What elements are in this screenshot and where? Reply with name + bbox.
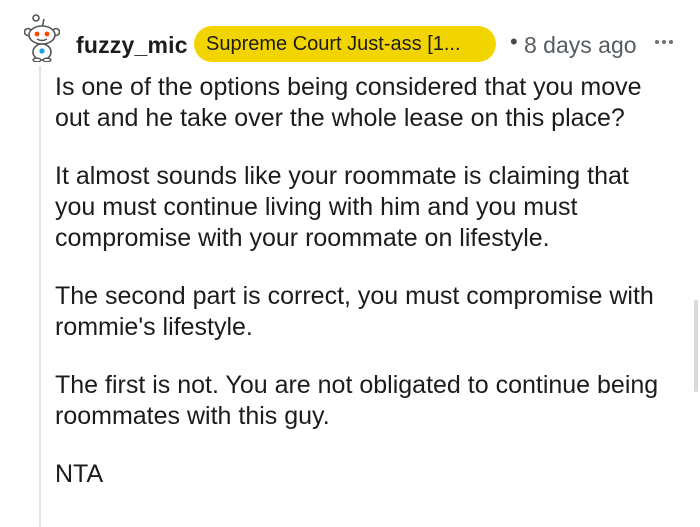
comment-paragraph: The first is not. You are not obligated …: [55, 371, 659, 430]
thread-line[interactable]: [39, 66, 41, 527]
more-options-icon[interactable]: [654, 36, 674, 48]
snoo-avatar-icon[interactable]: [24, 14, 60, 62]
comment-paragraph: Is one of the options being considered t…: [55, 73, 642, 132]
meta-separator: •: [510, 29, 518, 54]
user-flair-badge: Supreme Court Just-ass [1...: [194, 26, 496, 62]
comment-body: Is one of the options being considered t…: [55, 72, 675, 517]
comment-paragraph: It almost sounds like your roommate is c…: [55, 162, 629, 252]
username-link[interactable]: fuzzy_mic: [76, 32, 188, 59]
comment-timestamp: 8 days ago: [524, 32, 637, 58]
scrollbar[interactable]: [694, 300, 698, 392]
comment-header: fuzzy_mic Supreme Court Just-ass [1... •…: [18, 14, 688, 70]
comment-paragraph: The second part is correct, you must com…: [55, 282, 654, 341]
comment-paragraph: NTA: [55, 460, 104, 488]
comment-view: fuzzy_mic Supreme Court Just-ass [1... •…: [0, 0, 700, 527]
